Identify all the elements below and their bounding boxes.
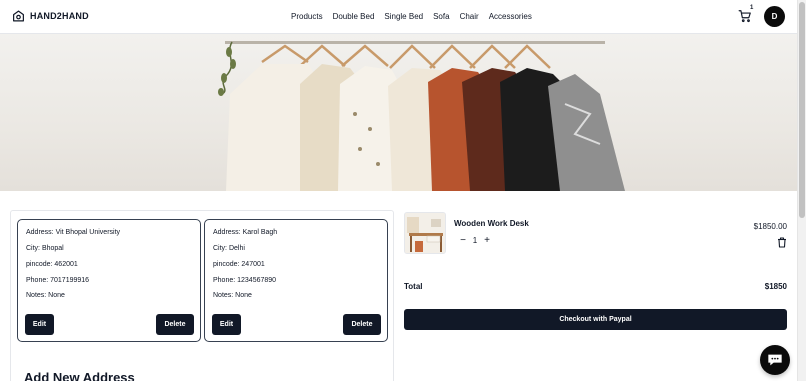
nav-sofa[interactable]: Sofa <box>433 12 449 21</box>
address-pincode: pincode: 247001 <box>213 261 265 268</box>
brand-name: HAND2HAND <box>30 11 89 21</box>
product-name[interactable]: Wooden Work Desk <box>454 219 529 228</box>
chat-icon <box>768 354 782 366</box>
address-notes: Notes: None <box>213 292 252 299</box>
product-thumbnail[interactable] <box>404 212 446 254</box>
trash-icon <box>778 237 786 248</box>
checkout-paypal-button[interactable]: Checkout with Paypal <box>404 309 787 330</box>
top-navbar: HAND2HAND Products Double Bed Single Bed… <box>0 0 797 34</box>
delete-address-button[interactable]: Delete <box>156 314 194 335</box>
address-notes: Notes: None <box>26 292 65 299</box>
nav-single-bed[interactable]: Single Bed <box>384 12 423 21</box>
desk-image <box>405 213 445 253</box>
total-value: $1850 <box>764 282 787 291</box>
main-nav: Products Double Bed Single Bed Sofa Chai… <box>291 12 542 21</box>
page-scrollbar[interactable] <box>797 0 806 381</box>
scrollbar-thumb[interactable] <box>799 2 805 218</box>
chat-button[interactable] <box>760 345 790 375</box>
cart-icon <box>738 10 751 23</box>
remove-item-button[interactable] <box>777 235 787 248</box>
address-line: Address: Karol Bagh <box>213 229 278 236</box>
quantity-value: 1 <box>472 236 478 245</box>
address-card: Address: Karol Bagh City: Delhi pincode:… <box>204 219 388 342</box>
edit-address-button[interactable]: Edit <box>25 314 54 335</box>
quantity-stepper: − 1 + <box>458 235 492 246</box>
total-label: Total <box>404 282 423 291</box>
address-phone: Phone: 7017199916 <box>26 277 90 284</box>
address-city: City: Bhopal <box>26 245 64 252</box>
hero-banner <box>0 34 797 191</box>
clothes-rack-image <box>218 41 625 191</box>
nav-chair[interactable]: Chair <box>460 12 479 21</box>
product-price: $1850.00 <box>753 222 787 231</box>
address-line: Address: Vit Bhopal University <box>26 229 121 236</box>
brand-logo[interactable]: HAND2HAND <box>12 9 89 23</box>
add-address-heading: Add New Address <box>24 370 135 381</box>
home-icon <box>13 10 24 22</box>
edit-address-button[interactable]: Edit <box>212 314 241 335</box>
user-avatar[interactable]: D <box>764 6 785 27</box>
nav-products[interactable]: Products <box>291 12 323 21</box>
decrease-quantity-button[interactable]: − <box>458 235 468 246</box>
address-panel: Address: Vit Bhopal University City: Bho… <box>10 210 394 381</box>
address-city: City: Delhi <box>213 245 245 252</box>
address-card: Address: Vit Bhopal University City: Bho… <box>17 219 201 342</box>
cart-button[interactable]: 1 <box>738 5 754 25</box>
cart-count-badge: 1 <box>750 5 754 11</box>
nav-accessories[interactable]: Accessories <box>489 12 532 21</box>
address-pincode: pincode: 462001 <box>26 261 78 268</box>
increase-quantity-button[interactable]: + <box>482 235 492 246</box>
nav-double-bed[interactable]: Double Bed <box>333 12 375 21</box>
address-phone: Phone: 1234567890 <box>213 277 277 284</box>
delete-address-button[interactable]: Delete <box>343 314 381 335</box>
